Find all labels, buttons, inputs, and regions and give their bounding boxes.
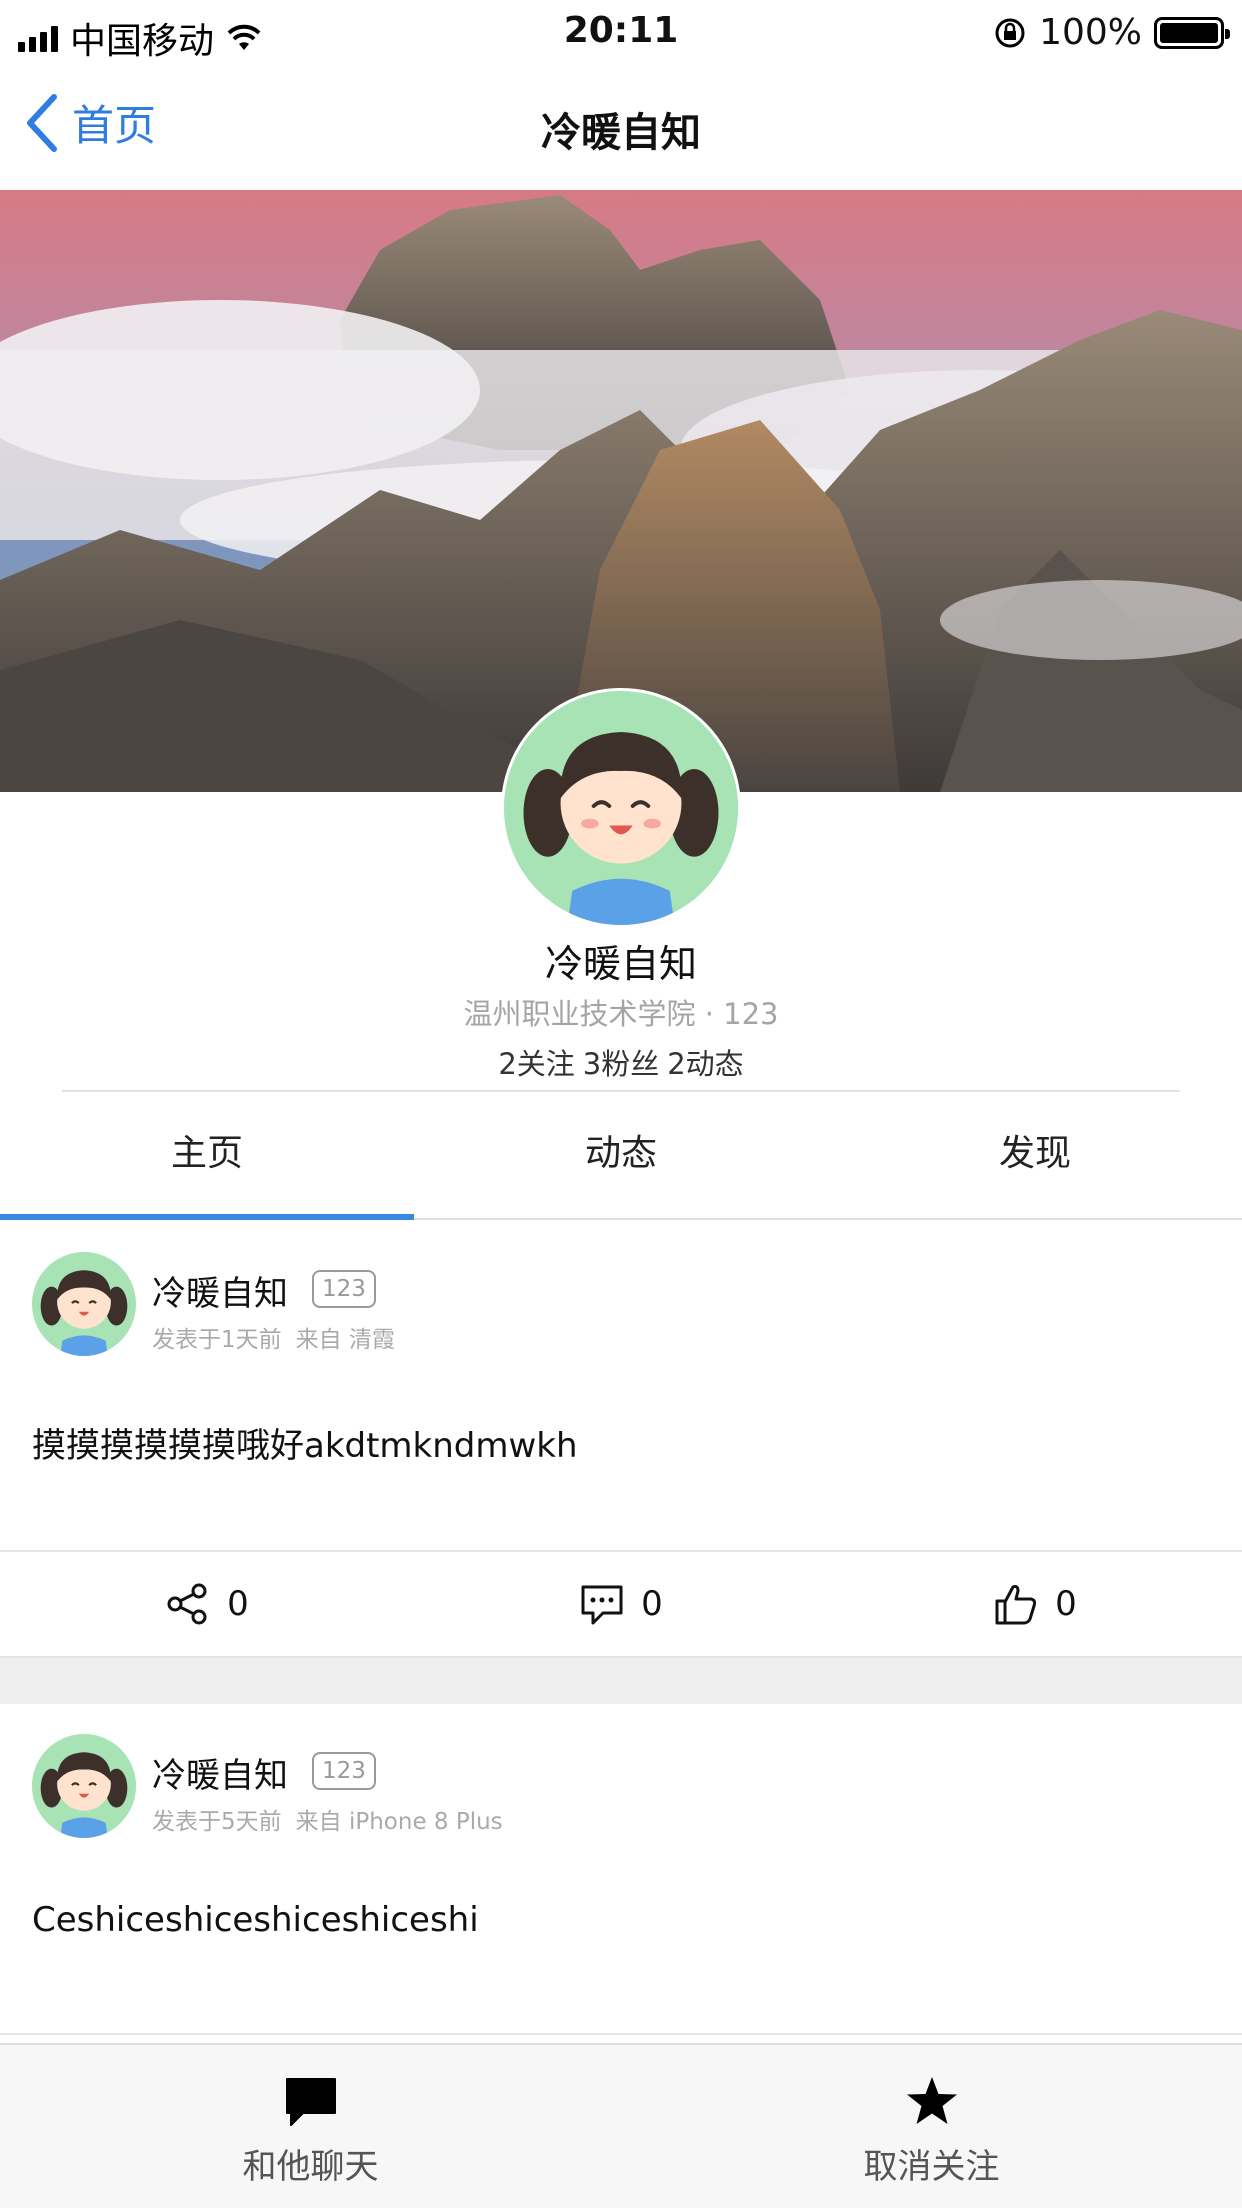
status-bar: 中国移动 20:11 100% <box>0 0 1242 62</box>
following-count[interactable]: 2关注 <box>498 1047 574 1081</box>
divider <box>0 2033 1242 2035</box>
post-avatar[interactable] <box>32 1252 136 1356</box>
comment-button[interactable]: 0 <box>414 1552 828 1656</box>
fans-count[interactable]: 3粉丝 <box>583 1047 659 1081</box>
unfollow-button-label: 取消关注 <box>863 2147 1000 2187</box>
page-title: 冷暖自知 <box>541 110 701 156</box>
post-time: 发表于1天前 <box>152 1327 282 1353</box>
star-icon <box>906 2077 957 2124</box>
post-badge: 123 <box>312 1270 376 1308</box>
chat-button-label: 和他聊天 <box>242 2147 379 2187</box>
tab-bar: 主页 动态 发现 <box>0 1092 1242 1220</box>
post-author[interactable]: 冷暖自知 <box>152 1748 288 1797</box>
battery-percent: 100% <box>1039 12 1142 53</box>
profile-name: 冷暖自知 <box>544 942 697 986</box>
post-actions: 0 0 0 <box>0 1550 1242 1658</box>
like-count: 0 <box>1055 1584 1077 1624</box>
post-author[interactable]: 冷暖自知 <box>152 1266 288 1315</box>
post-text: Ceshiceshiceshiceshiceshi <box>32 1900 479 1940</box>
tab-moments[interactable]: 动态 <box>414 1092 828 1218</box>
post-card[interactable]: 冷暖自知 123 发表于1天前 来自 清霞 摸摸摸摸摸摸哦好akdtmkndmwk… <box>0 1222 1242 1550</box>
post-avatar[interactable] <box>32 1734 136 1838</box>
thumbs-up-icon <box>995 1585 1037 1625</box>
profile-avatar[interactable] <box>501 688 741 928</box>
post-card[interactable]: 冷暖自知 123 发表于5天前 来自 iPhone 8 Plus Ceshices… <box>0 1704 1242 2033</box>
like-button[interactable]: 0 <box>828 1552 1242 1656</box>
bottom-action-bar: 和他聊天 取消关注 <box>0 2043 1242 2208</box>
post-source: 来自 iPhone 8 Plus <box>295 1809 503 1835</box>
tab-home[interactable]: 主页 <box>0 1092 414 1220</box>
section-separator <box>0 1658 1242 1704</box>
posts-count[interactable]: 2动态 <box>667 1047 743 1081</box>
tab-discover[interactable]: 发现 <box>828 1092 1242 1218</box>
post-text: 摸摸摸摸摸摸哦好akdtmkndmwkh <box>32 1426 578 1466</box>
profile-school: 温州职业技术学院 · 123 <box>463 997 779 1031</box>
chat-button[interactable]: 和他聊天 <box>0 2045 621 2208</box>
share-icon <box>167 1583 207 1625</box>
chat-bubble-icon <box>285 2078 336 2126</box>
post-badge: 123 <box>312 1752 376 1790</box>
share-button[interactable]: 0 <box>0 1552 414 1656</box>
comment-count: 0 <box>641 1584 663 1624</box>
navigation-bar: 首页 冷暖自知 <box>0 62 1242 190</box>
post-meta: 发表于5天前 来自 iPhone 8 Plus <box>152 1802 517 1836</box>
share-count: 0 <box>227 1584 249 1624</box>
orientation-lock-icon <box>995 18 1025 47</box>
profile-stats: 2关注 3粉丝 2动态 <box>0 1041 1242 1083</box>
post-meta: 发表于1天前 来自 清霞 <box>152 1320 409 1354</box>
post-source: 来自 清霞 <box>295 1327 395 1353</box>
unfollow-button[interactable]: 取消关注 <box>621 2045 1242 2208</box>
comment-icon <box>581 1585 623 1625</box>
battery-icon <box>1154 16 1230 49</box>
post-time: 发表于5天前 <box>152 1809 282 1835</box>
